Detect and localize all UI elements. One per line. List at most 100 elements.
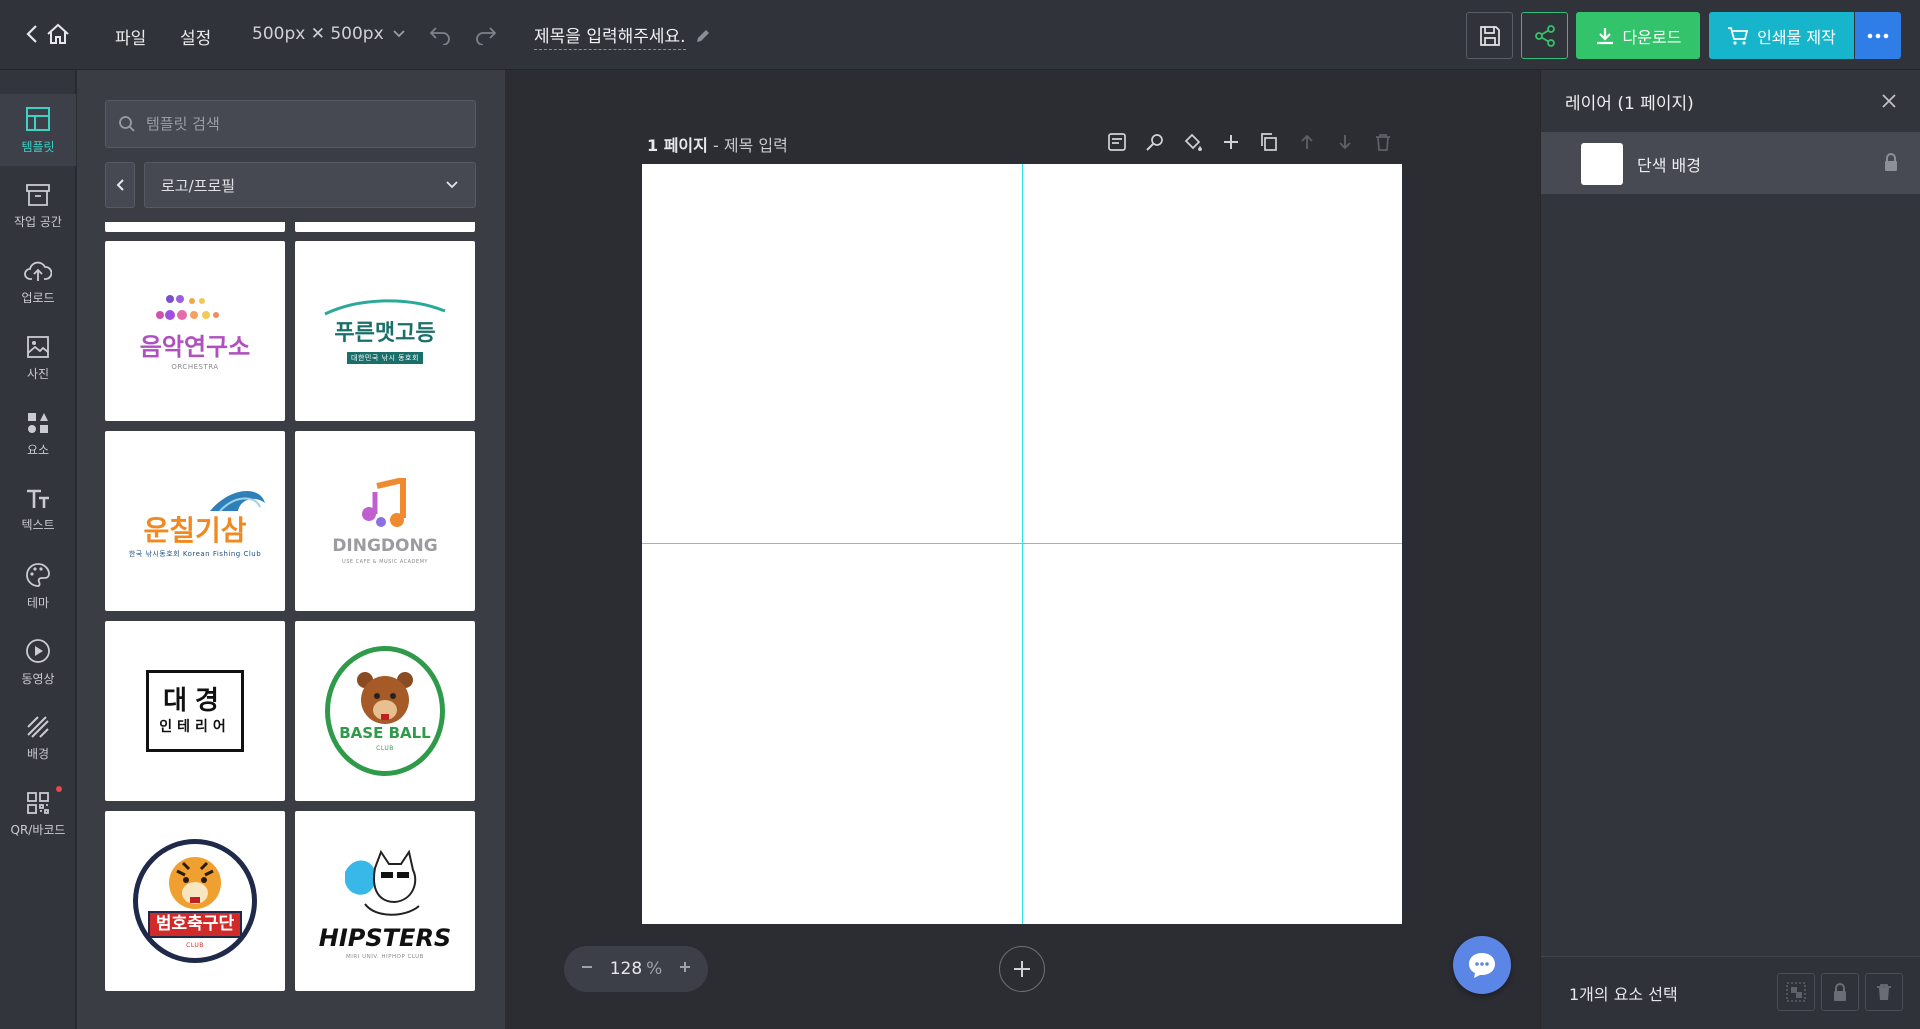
redo-icon[interactable]: [474, 25, 498, 45]
delete-selection-icon[interactable]: [1865, 973, 1903, 1011]
left-navigation: 템플릿 작업 공간 업로드 사진 요소 텍스트 테마 동영상 배경 QR/바코드: [0, 70, 76, 1029]
plus-icon: [1014, 961, 1030, 977]
template-title: DINGDONG: [332, 535, 438, 556]
category-select[interactable]: 로고/프로필: [144, 162, 476, 208]
new-badge-dot: [56, 786, 62, 792]
zoom-in-icon[interactable]: [678, 959, 692, 979]
menu-file[interactable]: 파일: [115, 24, 146, 49]
template-search-input[interactable]: [146, 115, 446, 133]
template-title: 대경: [163, 686, 227, 716]
download-button[interactable]: 다운로드: [1576, 12, 1700, 59]
layer-name: 단색 배경: [1637, 156, 1701, 175]
template-title: 운칠기삼: [143, 514, 247, 547]
close-icon[interactable]: [1881, 93, 1897, 109]
template-card[interactable]: 음악연구소 ORCHESTRA: [105, 241, 285, 421]
template-card[interactable]: 범호축구단 CLUB: [105, 811, 285, 991]
template-logo: 대경 인테리어: [146, 670, 244, 752]
template-card[interactable]: HIPSTERS MIRI UNIV. HIPHOP CLUB: [295, 811, 475, 991]
nav-qr-barcode[interactable]: QR/바코드: [0, 778, 76, 850]
lock-icon[interactable]: [1883, 152, 1899, 176]
design-canvas[interactable]: [642, 164, 1402, 924]
template-card[interactable]: [105, 222, 285, 232]
background-icon: [27, 715, 49, 738]
back-chevron-icon[interactable]: [26, 24, 38, 44]
share-button[interactable]: [1521, 12, 1568, 59]
nav-workspace[interactable]: 작업 공간: [0, 170, 76, 242]
nav-photo[interactable]: 사진: [0, 322, 76, 394]
chevron-down-icon: [393, 30, 405, 38]
canvas-size-dropdown[interactable]: 500px ✕ 500px: [252, 24, 406, 44]
zoom-unit: %: [646, 959, 663, 979]
chat-bubble-icon: [1469, 953, 1495, 978]
print-order-button[interactable]: 인쇄물 제작: [1709, 12, 1854, 59]
template-card[interactable]: DINGDONG USE CAFE & MUSIC ACADEMY: [295, 431, 475, 611]
document-title[interactable]: 제목을 입력해주세요.: [534, 22, 712, 50]
menu-settings[interactable]: 설정: [180, 24, 211, 49]
template-grid: 음악연구소 ORCHESTRA 푸른맷고등 대한민국 낚시 동호회 운칠기삼 한…: [105, 222, 477, 1029]
template-subtitle: USE CAFE & MUSIC ACADEMY: [342, 558, 428, 565]
lock-selection-icon[interactable]: [1821, 973, 1859, 1011]
delete-page-icon[interactable]: [1371, 130, 1395, 154]
layer-item[interactable]: 단색 배경: [1541, 132, 1920, 194]
group-icon[interactable]: [1777, 973, 1815, 1011]
more-button[interactable]: [1855, 12, 1901, 59]
more-dots-icon: [1867, 33, 1889, 38]
duplicate-page-icon[interactable]: [1257, 130, 1281, 154]
category-back-button[interactable]: [105, 162, 135, 208]
home-icon[interactable]: [46, 23, 70, 45]
nav-theme[interactable]: 테마: [0, 550, 76, 622]
nav-background[interactable]: 배경: [0, 702, 76, 774]
template-logo: 범호축구단 CLUB: [133, 839, 257, 963]
zoom-level[interactable]: 128%: [610, 959, 663, 979]
nav-text[interactable]: 텍스트: [0, 474, 76, 546]
nav-video[interactable]: 동영상: [0, 626, 76, 698]
template-card[interactable]: 운칠기삼 한국 낚시동호회 Korean Fishing Club: [105, 431, 285, 611]
nav-label: 배경: [26, 746, 50, 761]
upload-icon: [24, 261, 52, 281]
template-subtitle: 한국 낚시동호회 Korean Fishing Club: [128, 550, 262, 558]
nav-label: 템플릿: [21, 139, 55, 154]
selection-count: 1개의 요소 선택: [1569, 985, 1678, 1004]
page-memo-icon[interactable]: [1105, 130, 1129, 154]
layer-panel-footer: 1개의 요소 선택: [1541, 956, 1920, 1029]
add-page-icon[interactable]: [1219, 130, 1243, 154]
template-card[interactable]: BASE BALL CLUB: [295, 621, 475, 801]
tiger-mascot-graphic: [169, 857, 221, 909]
canvas-workspace: 1 페이지 - 제목 입력 128%: [505, 70, 1539, 1029]
magic-wand-icon[interactable]: [1143, 130, 1167, 154]
undo-icon[interactable]: [428, 25, 452, 45]
move-page-up-icon[interactable]: [1295, 130, 1319, 154]
page-separator: -: [707, 136, 724, 155]
top-bar: 파일 설정 500px ✕ 500px 제목을 입력해주세요. 다운로드 인쇄물…: [0, 0, 1920, 70]
chevron-left-icon: [116, 179, 124, 191]
page-title-input[interactable]: 제목 입력: [724, 136, 788, 155]
paint-bucket-icon[interactable]: [1181, 130, 1205, 154]
canvas-size-label: 500px ✕ 500px: [252, 24, 384, 44]
nav-elements[interactable]: 요소: [0, 398, 76, 470]
print-order-label: 인쇄물 제작: [1757, 27, 1836, 47]
nav-template[interactable]: 템플릿: [0, 94, 76, 166]
template-card[interactable]: [295, 222, 475, 232]
add-page-button[interactable]: [999, 946, 1045, 992]
template-search[interactable]: [105, 100, 476, 148]
video-icon: [26, 638, 50, 663]
chat-support-button[interactable]: [1453, 936, 1511, 994]
template-card[interactable]: 대경 인테리어: [105, 621, 285, 801]
move-page-down-icon[interactable]: [1333, 130, 1357, 154]
save-button[interactable]: [1466, 12, 1513, 59]
pencil-icon: [696, 30, 709, 42]
bear-mascot-graphic: [357, 672, 413, 724]
category-select-value: 로고/프로필: [161, 176, 236, 195]
template-logo: HIPSTERS MIRI UNIV. HIPHOP CLUB: [319, 842, 451, 960]
nav-upload[interactable]: 업로드: [0, 246, 76, 318]
layer-panel-title: 레이어 (1 페이지): [1565, 93, 1694, 114]
document-title-text[interactable]: 제목을 입력해주세요.: [534, 22, 686, 50]
zoom-out-icon[interactable]: [580, 959, 594, 979]
template-title: 범호축구단: [147, 911, 243, 938]
nav-label: 업로드: [21, 290, 55, 305]
nav-label: 요소: [26, 442, 50, 457]
theme-icon: [26, 562, 50, 587]
template-card[interactable]: 푸른맷고등 대한민국 낚시 동호회: [295, 241, 475, 421]
layer-thumbnail: [1581, 143, 1623, 185]
template-subtitle: CLUB: [186, 942, 204, 949]
